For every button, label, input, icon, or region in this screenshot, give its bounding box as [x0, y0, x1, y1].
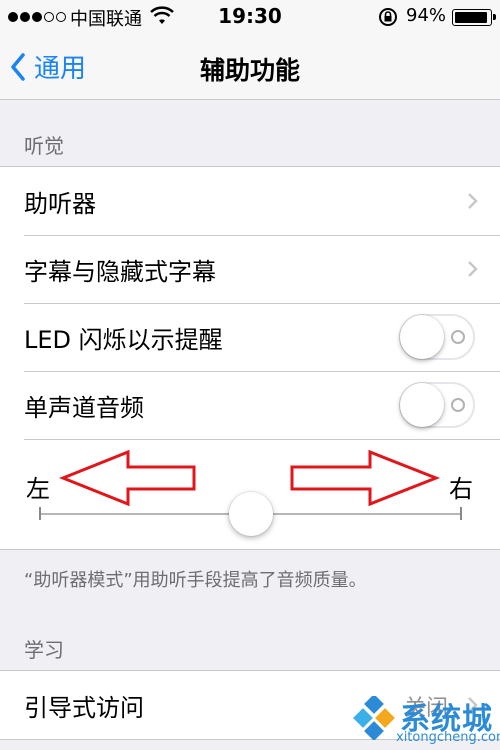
battery-percent: 94% — [406, 5, 447, 26]
right-arrow-icon — [290, 449, 441, 507]
page-title: 辅助功能 — [199, 56, 300, 85]
watermark-logo-icon — [353, 696, 395, 740]
rotation-lock-icon — [379, 8, 397, 26]
toggle-knob — [400, 315, 444, 359]
chevron-right-icon — [468, 261, 478, 277]
audio-balance-row: 左 右 — [0, 439, 500, 549]
toggle-off-indicator-icon — [451, 330, 465, 344]
row-label: 单声道音频 — [24, 393, 144, 422]
section-header-learning: 学习 — [24, 638, 64, 662]
hearing-aid-footnote: “助听器模式”用助听手段提高了音频质量。 — [24, 570, 367, 591]
row-label: 引导式访问 — [24, 693, 144, 722]
left-arrow-icon — [58, 449, 196, 507]
row-led-flash-alerts: LED 闪烁以示提醒 — [0, 303, 500, 371]
navigation-bar: 通用 辅助功能 — [0, 34, 500, 100]
led-flash-toggle[interactable] — [399, 314, 475, 360]
chevron-right-icon — [468, 193, 478, 209]
section-header-hearing: 听觉 — [24, 134, 64, 158]
row-label: LED 闪烁以示提醒 — [24, 325, 223, 354]
watermark-url: xitongcheng.com — [396, 730, 500, 745]
status-bar: 中国联通 19:30 94% — [0, 0, 500, 34]
balance-right-label: 右 — [449, 475, 473, 503]
site-watermark: 系统城 xitongcheng.com — [348, 690, 500, 750]
hearing-group: 助听器 字幕与隐藏式字幕 LED 闪烁以示提醒 单声道音频 左 右 — [0, 166, 500, 550]
toggle-off-indicator-icon — [451, 398, 465, 412]
mono-audio-toggle[interactable] — [399, 382, 475, 428]
toggle-knob — [400, 383, 444, 427]
row-hearing-aids[interactable]: 助听器 — [0, 167, 500, 235]
balance-left-label: 左 — [26, 475, 50, 503]
row-mono-audio: 单声道音频 — [0, 371, 500, 439]
battery-icon — [452, 9, 496, 26]
balance-slider-thumb[interactable] — [229, 492, 273, 536]
row-subtitles-captioning[interactable]: 字幕与隐藏式字幕 — [0, 235, 500, 303]
balance-tick-right — [460, 507, 462, 520]
row-label: 助听器 — [24, 189, 96, 218]
row-label: 字幕与隐藏式字幕 — [24, 257, 216, 286]
balance-tick-left — [39, 507, 41, 520]
